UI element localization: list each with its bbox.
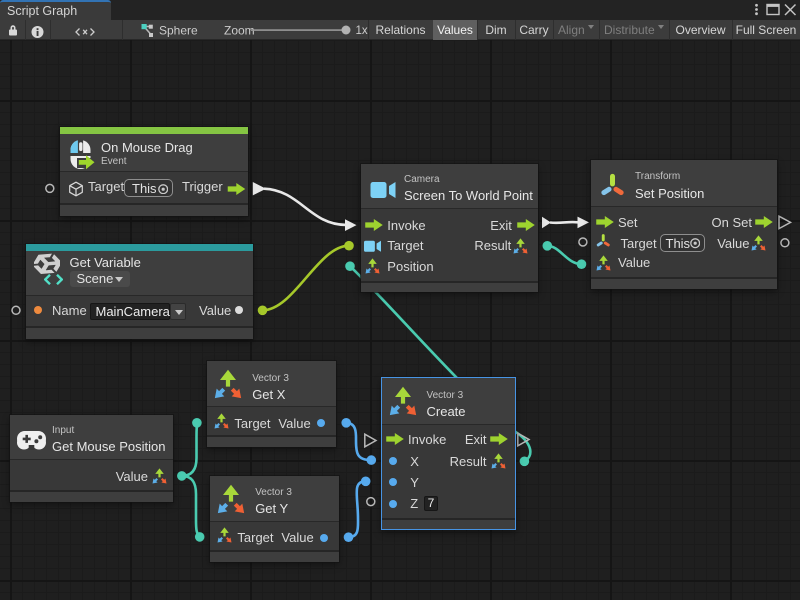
svg-text:Zoom: Zoom	[224, 24, 255, 38]
svg-text:Sphere: Sphere	[159, 24, 198, 38]
svg-text:1x: 1x	[356, 25, 368, 37]
